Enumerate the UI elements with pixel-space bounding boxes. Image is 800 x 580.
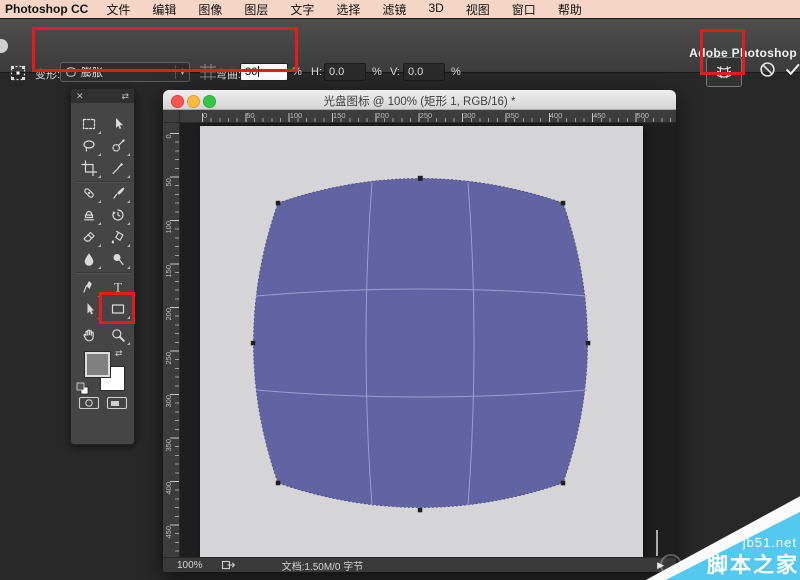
- horizontal-ruler[interactable]: 050100150200250300350400450500: [180, 110, 676, 123]
- site-watermark: jb51.net 脚本之家: [636, 488, 800, 580]
- document-window: 光盘图标 @ 100% (矩形 1, RGB/16) * 05010015020…: [163, 90, 676, 572]
- lasso-tool[interactable]: [76, 135, 102, 157]
- menu-item[interactable]: 图层: [244, 1, 268, 18]
- menu-item[interactable]: 窗口: [512, 1, 536, 18]
- menu-item[interactable]: 文字: [290, 1, 314, 18]
- menu-item[interactable]: 选择: [336, 1, 360, 18]
- swap-colors-icon[interactable]: ⇄: [115, 348, 123, 359]
- tools-panel-header[interactable]: ✕ ⇄: [71, 89, 134, 103]
- quick-mask-button[interactable]: [77, 395, 101, 411]
- hand-tool[interactable]: [76, 324, 102, 346]
- app-menu-title[interactable]: Photoshop CC: [5, 2, 88, 16]
- h-input[interactable]: 0.0: [324, 63, 366, 81]
- cancel-icon: [759, 61, 776, 78]
- menu-item[interactable]: 文件: [106, 1, 130, 18]
- check-icon: [784, 61, 800, 78]
- panel-collapse-icon[interactable]: ⇄: [121, 91, 129, 102]
- default-colors-icon[interactable]: [76, 382, 89, 395]
- commit-transform-button[interactable]: [782, 59, 800, 79]
- menu-item[interactable]: 图像: [198, 1, 222, 18]
- menu-item[interactable]: 3D: [428, 1, 443, 18]
- foreground-color-swatch[interactable]: [85, 352, 110, 377]
- rectangular-marquee-tool[interactable]: [76, 113, 102, 135]
- photoshop-app: Photoshop CC 文件编辑图像图层文字选择滤镜3D视图窗口帮助 变形: …: [0, 0, 800, 580]
- quick-selection-tool[interactable]: [105, 135, 131, 157]
- v-input[interactable]: 0.0: [403, 63, 445, 81]
- document-status-bar: 100% 文档:1.50M/0 字节 ▶: [163, 557, 676, 572]
- paint-bucket-tool[interactable]: [105, 226, 131, 248]
- menu-item[interactable]: 视图: [466, 1, 490, 18]
- move-tool[interactable]: [105, 113, 131, 135]
- dodge-tool[interactable]: [105, 248, 131, 270]
- eyedropper-tool[interactable]: [105, 157, 131, 179]
- highlight-box-warp-options: [32, 27, 298, 72]
- v-label: V:: [390, 66, 400, 78]
- tool-preset-icon[interactable]: [8, 63, 28, 83]
- corner-bubble: [0, 39, 8, 53]
- highlight-box-rectangle-tool: [99, 292, 135, 324]
- menu-items: 文件 编辑 图像 图层 文字 选择 滤镜 3D 视图 窗口 帮助: [106, 1, 582, 18]
- highlight-box-warp-toggle: [700, 29, 745, 75]
- menu-item[interactable]: 编辑: [152, 1, 176, 18]
- menu-bar: Photoshop CC 文件 编辑 图像 图层 文字 选择 滤镜 3D 视图 窗口 帮助: [0, 0, 800, 18]
- canvas-pasteboard[interactable]: [180, 123, 676, 557]
- h-percent: %: [372, 66, 382, 78]
- v-percent: %: [451, 66, 461, 78]
- vertical-ruler[interactable]: 050100150200250300350400450: [163, 123, 180, 557]
- document-canvas[interactable]: [200, 126, 643, 557]
- document-title: 光盘图标 @ 100% (矩形 1, RGB/16) *: [163, 93, 676, 109]
- cancel-transform-button[interactable]: [757, 59, 777, 79]
- warped-shape-layer[interactable]: [200, 126, 643, 557]
- blur-tool[interactable]: [76, 248, 102, 270]
- ruler-corner[interactable]: [163, 110, 180, 123]
- screen-mode-button[interactable]: [105, 395, 129, 411]
- crop-tool[interactable]: [76, 157, 102, 179]
- watermark-site-name: 脚本之家: [707, 549, 799, 579]
- history-brush-tool[interactable]: [105, 204, 131, 226]
- menu-item[interactable]: 帮助: [558, 1, 582, 18]
- tools-panel: ✕ ⇄: [70, 88, 135, 445]
- document-size-info[interactable]: 文档:1.50M/0 字节: [282, 558, 364, 573]
- spot-healing-brush-tool[interactable]: [76, 182, 102, 204]
- clone-stamp-tool[interactable]: [76, 204, 102, 226]
- h-label: H:: [311, 66, 322, 78]
- export-icon[interactable]: [221, 559, 236, 571]
- document-titlebar[interactable]: 光盘图标 @ 100% (矩形 1, RGB/16) *: [163, 90, 676, 110]
- inflated-rectangle-shape: [254, 179, 588, 508]
- menu-item[interactable]: 滤镜: [382, 1, 406, 18]
- panel-close-icon[interactable]: ✕: [76, 91, 84, 102]
- zoom-tool[interactable]: [105, 324, 131, 346]
- zoom-level[interactable]: 100%: [177, 560, 203, 571]
- watermark-url: jb51.net: [743, 535, 797, 550]
- eraser-tool[interactable]: [76, 226, 102, 248]
- brush-tool[interactable]: [105, 182, 131, 204]
